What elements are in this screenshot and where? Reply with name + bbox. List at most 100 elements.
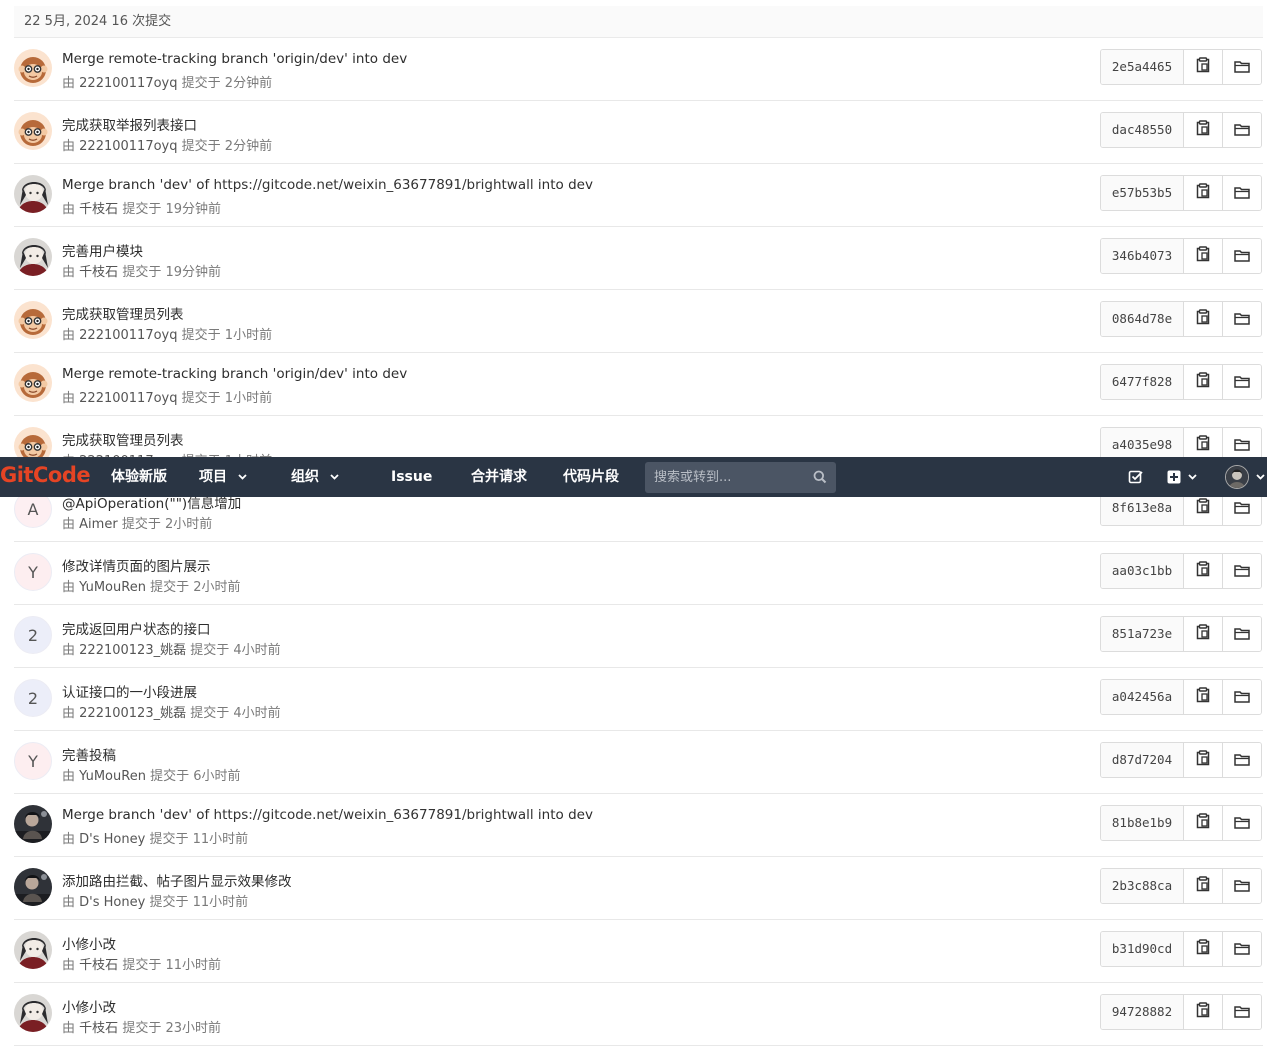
author-avatar[interactable] [14,805,52,843]
author-avatar[interactable] [14,175,52,213]
commit-author[interactable]: 千枝石 [79,265,118,280]
copy-sha-button[interactable] [1184,743,1222,777]
author-avatar[interactable] [14,112,52,150]
commit-sha-button[interactable]: b31d90cd [1101,932,1184,966]
commit-title[interactable]: Merge branch 'dev' of https://gitcode.ne… [62,807,593,823]
nav-groups[interactable]: 组织 [291,457,339,497]
commit-title[interactable]: 完成获取举报列表接口 [62,114,197,134]
browse-files-button[interactable] [1222,302,1261,336]
nav-try-new-version[interactable]: 体验新版 [111,457,167,497]
commit-title[interactable]: Merge remote-tracking branch 'origin/dev… [62,51,407,67]
commit-title[interactable]: 完成获取管理员列表 [62,429,184,449]
search-icon[interactable] [813,470,827,484]
commit-sha-button[interactable]: 2e5a4465 [1101,50,1184,84]
commit-sha-button[interactable]: a042456a [1101,680,1184,714]
author-avatar[interactable]: Y [14,742,52,780]
commit-author[interactable]: D's Honey [79,895,145,910]
nav-issues[interactable]: Issue [391,457,432,497]
browse-files-button[interactable] [1222,554,1261,588]
author-avatar[interactable] [14,49,52,87]
commit-sha-button[interactable]: 346b4073 [1101,239,1184,273]
author-avatar[interactable] [14,238,52,276]
user-menu[interactable] [1225,457,1265,497]
commit-sha-button[interactable]: 94728882 [1101,995,1184,1029]
commit-author[interactable]: 222100117oyq [79,76,177,91]
copy-sha-button[interactable] [1184,302,1222,336]
commit-author[interactable]: 千枝石 [79,1021,118,1036]
commit-author[interactable]: 222100117oyq [79,328,177,343]
browse-files-button[interactable] [1222,806,1261,840]
commit-title[interactable]: 完善投稿 [62,744,116,764]
commit-author[interactable]: YuMouRen [79,769,146,784]
browse-files-button[interactable] [1222,617,1261,651]
browse-files-button[interactable] [1222,995,1261,1029]
commit-title[interactable]: 小修小改 [62,996,116,1016]
commit-title-link[interactable]: https://gitcode.net/weixin_63677891/brig… [214,177,534,193]
commit-author[interactable]: D's Honey [79,832,145,847]
nav-snippets[interactable]: 代码片段 [563,457,619,497]
browse-files-button[interactable] [1222,680,1261,714]
commit-sha-button[interactable]: 6477f828 [1101,365,1184,399]
commit-title[interactable]: 完善用户模块 [62,240,143,260]
author-avatar[interactable]: 2 [14,679,52,717]
copy-sha-button[interactable] [1184,554,1222,588]
nav-projects[interactable]: 项目 [199,457,247,497]
todo-icon[interactable] [1128,457,1144,497]
commit-author[interactable]: Aimer [79,517,118,532]
commit-title[interactable]: Merge branch 'dev' of https://gitcode.ne… [62,177,593,193]
copy-sha-button[interactable] [1184,617,1222,651]
browse-files-button[interactable] [1222,365,1261,399]
commit-title[interactable]: 认证接口的一小段进展 [62,681,197,701]
author-avatar[interactable] [14,931,52,969]
copy-sha-button[interactable] [1184,176,1222,210]
commit-author[interactable]: 222100117oyq [79,391,177,406]
commit-sha-button[interactable]: dac48550 [1101,113,1184,147]
commit-title[interactable]: 添加路由拦截、帖子图片显示效果修改 [62,870,292,890]
copy-sha-button[interactable] [1184,239,1222,273]
commit-sha-button[interactable]: aa03c1bb [1101,554,1184,588]
commit-sha-button[interactable]: 81b8e1b9 [1101,806,1184,840]
commit-sha-button[interactable]: d87d7204 [1101,743,1184,777]
author-avatar[interactable] [14,868,52,906]
browse-files-button[interactable] [1222,176,1261,210]
commit-sha-button[interactable]: 851a723e [1101,617,1184,651]
browse-files-button[interactable] [1222,113,1261,147]
create-new-dropdown[interactable] [1167,457,1197,497]
copy-sha-button[interactable] [1184,365,1222,399]
browse-files-button[interactable] [1222,50,1261,84]
commit-author[interactable]: YuMouRen [79,580,146,595]
copy-sha-button[interactable] [1184,113,1222,147]
copy-sha-button[interactable] [1184,869,1222,903]
commit-author[interactable]: 千枝石 [79,958,118,973]
author-avatar[interactable]: Y [14,553,52,591]
browse-files-button[interactable] [1222,932,1261,966]
nav-merge-requests[interactable]: 合并请求 [471,457,527,497]
commit-sha-button[interactable]: e57b53b5 [1101,176,1184,210]
commit-title[interactable]: 小修小改 [62,933,116,953]
search-input[interactable] [645,462,810,493]
commit-author[interactable]: 222100123_姚磊 [79,643,186,658]
copy-sha-button[interactable] [1184,680,1222,714]
commit-title[interactable]: 完成返回用户状态的接口 [62,618,211,638]
commit-title-link[interactable]: https://gitcode.net/weixin_63677891/brig… [214,807,534,823]
commit-title[interactable]: Merge remote-tracking branch 'origin/dev… [62,366,407,382]
commit-sha-button[interactable]: 2b3c88ca [1101,869,1184,903]
gitcode-logo[interactable]: GitCode [0,463,91,487]
commit-author[interactable]: 222100123_姚磊 [79,706,186,721]
author-avatar[interactable] [14,994,52,1032]
browse-files-button[interactable] [1222,743,1261,777]
copy-sha-button[interactable] [1184,50,1222,84]
commit-title[interactable]: 完成获取管理员列表 [62,303,184,323]
commit-author[interactable]: 222100117oyq [79,139,177,154]
copy-sha-button[interactable] [1184,932,1222,966]
author-avatar[interactable] [14,364,52,402]
commit-author[interactable]: 千枝石 [79,202,118,217]
author-avatar[interactable]: 2 [14,616,52,654]
author-avatar[interactable] [14,301,52,339]
commit-title[interactable]: 修改详情页面的图片展示 [62,555,211,575]
copy-sha-button[interactable] [1184,806,1222,840]
browse-files-button[interactable] [1222,239,1261,273]
browse-files-button[interactable] [1222,869,1261,903]
copy-sha-button[interactable] [1184,995,1222,1029]
commit-sha-button[interactable]: 0864d78e [1101,302,1184,336]
